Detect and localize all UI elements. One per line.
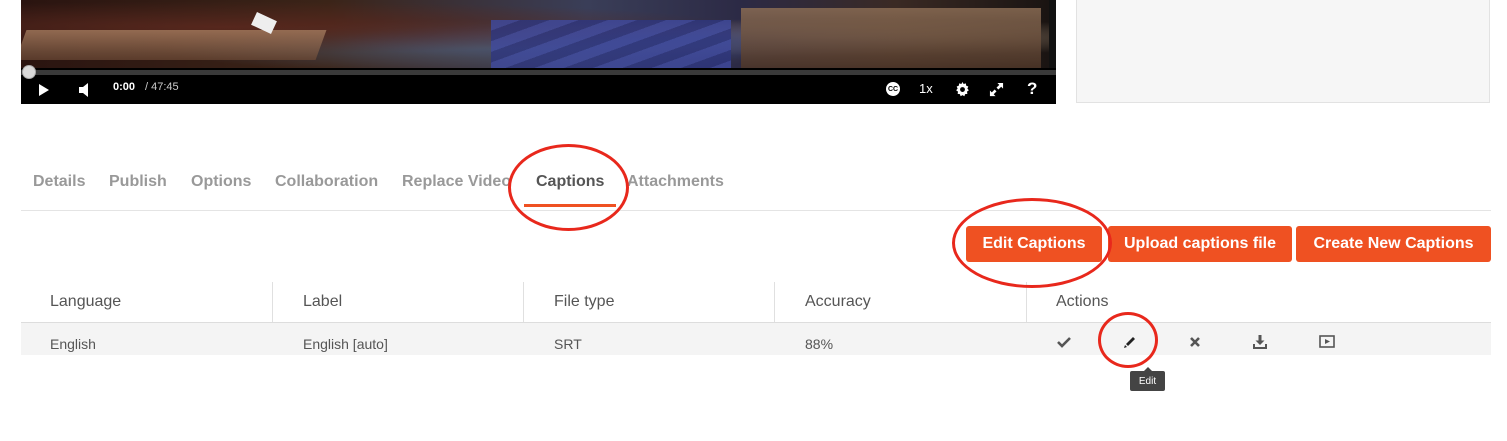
video-player[interactable]: 0:00 / 47:45 CC 1x ?: [21, 0, 1056, 104]
header-actions: Actions: [1056, 293, 1109, 310]
play-icon[interactable]: [35, 82, 53, 98]
playback-speed-button[interactable]: 1x: [919, 81, 933, 96]
header-accuracy: Accuracy: [805, 293, 871, 310]
create-captions-button[interactable]: Create New Captions: [1296, 226, 1491, 262]
delete-icon[interactable]: [1186, 333, 1204, 351]
tab-options[interactable]: Options: [191, 173, 251, 191]
check-icon[interactable]: [1055, 333, 1073, 351]
video-frame[interactable]: [21, 0, 1049, 68]
download-icon[interactable]: [1251, 333, 1269, 351]
upload-captions-button[interactable]: Upload captions file: [1108, 226, 1292, 262]
header-file-type: File type: [554, 293, 615, 310]
tab-attachments[interactable]: Attachments: [627, 173, 724, 191]
table-header: Language Label File type Accuracy Action…: [21, 282, 1491, 323]
tab-collaboration[interactable]: Collaboration: [275, 173, 378, 191]
annotation-circle-edit-icon: [1098, 312, 1158, 368]
tab-details[interactable]: Details: [33, 173, 85, 191]
preview-icon[interactable]: [1318, 333, 1336, 351]
progress-bar[interactable]: [21, 70, 1056, 75]
gear-icon[interactable]: [954, 81, 970, 97]
annotation-circle-captions-tab: [508, 144, 629, 231]
tab-bar: Details Publish Options Collaboration Re…: [21, 160, 1491, 211]
closed-captions-icon[interactable]: CC: [885, 82, 901, 96]
player-controls: 0:00 / 47:45 CC 1x ?: [21, 76, 1056, 104]
table-row: English English [auto] SRT 88%: [21, 323, 1491, 355]
cell-label: English [auto]: [303, 336, 388, 352]
header-language: Language: [50, 293, 122, 310]
help-button[interactable]: ?: [1027, 79, 1037, 99]
fullscreen-icon[interactable]: [988, 81, 1004, 97]
captions-table: Language Label File type Accuracy Action…: [21, 282, 1491, 355]
annotation-circle-edit-captions-button: [952, 198, 1112, 288]
edit-tooltip: Edit: [1130, 367, 1165, 391]
cell-file-type: SRT: [554, 336, 582, 352]
volume-icon[interactable]: [75, 82, 93, 98]
duration: / 47:45: [145, 81, 179, 93]
current-time: 0:00: [113, 81, 136, 93]
header-label: Label: [303, 293, 343, 310]
tab-replace-video[interactable]: Replace Video: [402, 173, 511, 191]
cell-language: English: [50, 336, 96, 352]
side-panel: [1076, 0, 1490, 103]
tab-publish[interactable]: Publish: [109, 173, 167, 191]
cell-accuracy: 88%: [805, 336, 834, 352]
cc-label: CC: [886, 82, 900, 96]
